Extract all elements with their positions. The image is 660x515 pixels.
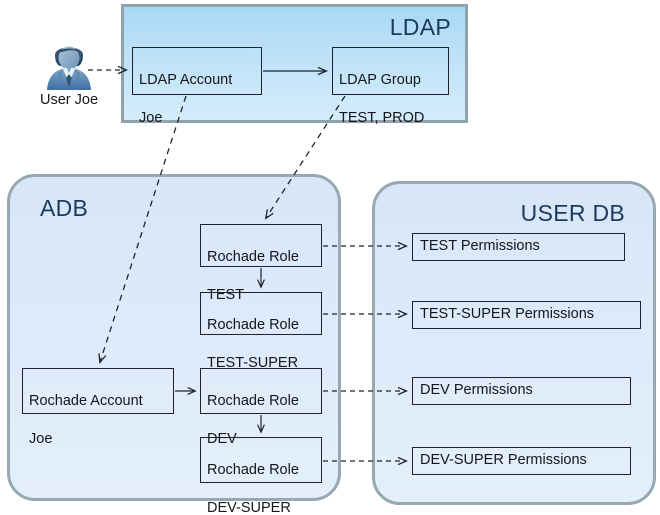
container-userdb-title: USER DB <box>520 200 625 226</box>
node-rochade-role-dev-super[interactable]: Rochade Role DEV-SUPER <box>200 437 322 515</box>
node-test-super-permissions[interactable]: TEST-SUPER Permissions <box>412 301 641 329</box>
diagram-canvas: LDAP ADB USER DB User Joe LDAP Account J… <box>0 0 660 515</box>
node-test-permissions[interactable]: TEST Permissions <box>412 233 625 261</box>
node-rochade-role-dev-line1: Rochade Role <box>207 393 299 410</box>
node-rochade-role-dev[interactable]: Rochade Role DEV <box>200 368 322 447</box>
node-rochade-role-test-super[interactable]: Rochade Role TEST-SUPER <box>200 292 322 371</box>
node-rochade-account-line1: Rochade Account <box>29 393 143 410</box>
node-rochade-account-line2: Joe <box>29 431 53 448</box>
container-ldap-title: LDAP <box>389 14 451 40</box>
user-avatar-icon <box>47 46 91 90</box>
node-rochade-role-dev-super-line2: DEV-SUPER <box>207 500 291 515</box>
node-ldap-group-line2: TEST, PROD <box>339 110 425 127</box>
node-ldap-account-line2: Joe <box>139 110 163 127</box>
node-ldap-group[interactable]: LDAP Group TEST, PROD <box>332 47 449 126</box>
node-rochade-account[interactable]: Rochade Account Joe <box>22 368 174 447</box>
node-rochade-role-test[interactable]: Rochade Role TEST <box>200 224 322 303</box>
node-ldap-account-line1: LDAP Account <box>139 72 233 89</box>
node-ldap-group-line1: LDAP Group <box>339 72 421 89</box>
container-adb-title: ADB <box>40 195 89 221</box>
actor-user-label: User Joe <box>39 92 99 108</box>
node-dev-permissions[interactable]: DEV Permissions <box>412 377 631 405</box>
node-ldap-account[interactable]: LDAP Account Joe <box>132 47 262 126</box>
node-rochade-role-dev-super-line1: Rochade Role <box>207 462 299 479</box>
node-dev-super-permissions[interactable]: DEV-SUPER Permissions <box>412 447 631 475</box>
node-rochade-role-test-super-line1: Rochade Role <box>207 317 299 334</box>
node-rochade-role-test-line1: Rochade Role <box>207 249 299 266</box>
